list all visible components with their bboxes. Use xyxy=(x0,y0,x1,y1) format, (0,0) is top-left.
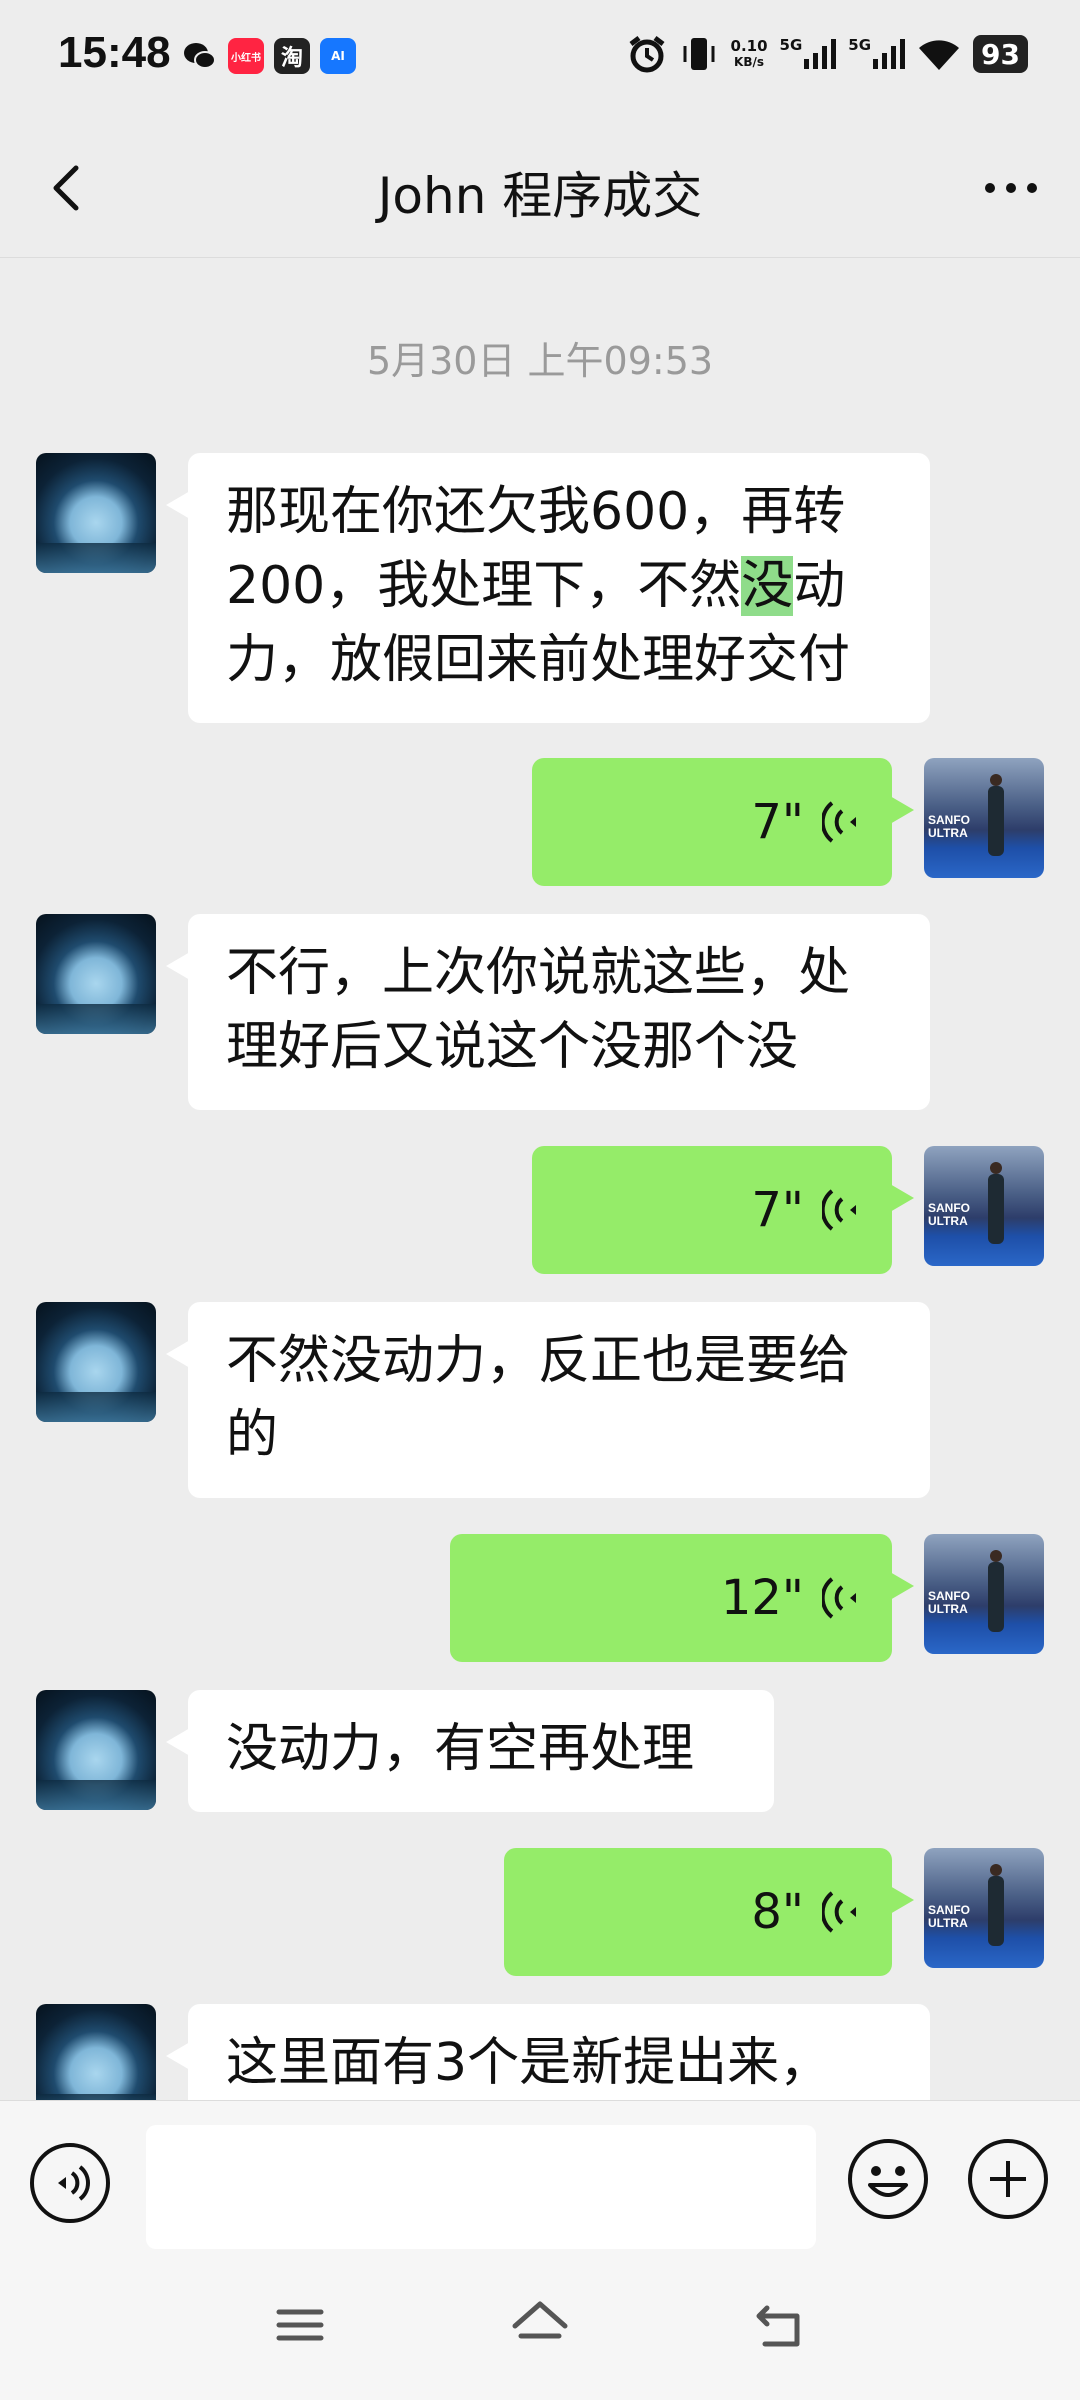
system-navigation-bar xyxy=(0,2250,1080,2400)
voice-mode-icon xyxy=(30,2143,110,2223)
message-bubble[interactable]: 不行，上次你说就这些，处 理好后又说这个没那个没 xyxy=(166,914,930,1110)
message-bubble[interactable]: 不然没动力，反正也是要给 的 xyxy=(166,1302,930,1498)
message-text-line: 不然没动力，反正也是要给 xyxy=(226,1331,851,1391)
message-text-line: 理好后又说这个没那个没 xyxy=(226,1017,799,1077)
voice-wave-icon xyxy=(822,1189,856,1231)
contact-avatar[interactable] xyxy=(36,453,156,573)
message-text-line: 没动力，有空再处理 xyxy=(226,1719,695,1779)
plus-icon xyxy=(968,2139,1048,2219)
signal-icon xyxy=(804,39,837,69)
home-button[interactable] xyxy=(505,2290,575,2360)
status-indicators: 0.10 KB/s 5G 5G 93 xyxy=(627,34,1028,74)
voice-wave-icon xyxy=(822,801,856,843)
user-avatar[interactable]: SANFO ULTRA xyxy=(924,758,1044,878)
voice-duration: 12" xyxy=(720,1570,804,1626)
more-dots-icon xyxy=(985,183,1037,193)
wechat-icon xyxy=(182,38,218,74)
message-text-line: 不行，上次你说就这些，处 xyxy=(226,943,851,1003)
voice-message-bubble[interactable]: 12" xyxy=(450,1534,914,1662)
message-text-line: 力，放假回来前处理好交付 xyxy=(226,630,851,690)
contact-avatar[interactable] xyxy=(36,2004,156,2100)
status-time: 15:48 xyxy=(58,28,171,77)
message-timestamp: 5月30日 上午09:53 xyxy=(366,339,714,383)
message-bubble[interactable]: 这里面有3个是新提出来， xyxy=(166,2004,930,2100)
home-icon xyxy=(512,2301,568,2339)
chat-title: John 程序成交 xyxy=(377,167,703,225)
voice-input-toggle-button[interactable] xyxy=(28,2141,112,2225)
voice-duration: 7" xyxy=(751,794,804,850)
xiaohongshu-icon: 小红书 xyxy=(228,38,264,74)
contact-avatar[interactable] xyxy=(36,914,156,1034)
message-text-line: 这里面有3个是新提出来， xyxy=(226,2033,832,2093)
voice-message-bubble[interactable]: 7" xyxy=(532,758,914,886)
more-options-button[interactable] xyxy=(976,160,1046,216)
message-text-input[interactable] xyxy=(146,2125,816,2249)
more-functions-button[interactable] xyxy=(966,2137,1050,2221)
status-app-icons: 小红书 淘 AI xyxy=(182,38,356,74)
message-text-line: 的 xyxy=(226,1405,279,1465)
message-text-line: 200，我处理下，不然没动 xyxy=(226,556,846,616)
recent-apps-button[interactable] xyxy=(265,2290,335,2360)
ai-app-icon: AI xyxy=(320,38,356,74)
chat-header: John 程序成交 xyxy=(0,120,1080,258)
back-nav-button[interactable] xyxy=(745,2290,815,2360)
smiley-icon xyxy=(848,2139,928,2219)
signal-sim2: 5G xyxy=(848,37,906,71)
voice-duration: 7" xyxy=(751,1182,804,1238)
back-arrow-icon xyxy=(756,2305,800,2347)
user-avatar[interactable]: SANFO ULTRA xyxy=(924,1848,1044,1968)
user-avatar[interactable]: SANFO ULTRA xyxy=(924,1146,1044,1266)
voice-wave-icon xyxy=(822,1577,856,1619)
message-bubble[interactable]: 没动力，有空再处理 xyxy=(166,1690,774,1812)
message-input-bar xyxy=(0,2100,1080,2250)
contact-avatar[interactable] xyxy=(36,1690,156,1810)
voice-message-bubble[interactable]: 8" xyxy=(504,1848,914,1976)
voice-message-bubble[interactable]: 7" xyxy=(532,1146,914,1274)
user-avatar[interactable]: SANFO ULTRA xyxy=(924,1534,1044,1654)
alarm-icon xyxy=(629,36,665,73)
contact-avatar[interactable] xyxy=(36,1302,156,1422)
message-bubble[interactable]: 那现在你还欠我600，再转 200，我处理下，不然没动 力，放假回来前处理好交付 xyxy=(166,453,930,723)
taobao-icon: 淘 xyxy=(274,38,310,74)
net-speed: 0.10 KB/s xyxy=(730,37,768,69)
voice-wave-icon xyxy=(822,1891,856,1933)
menu-icon xyxy=(276,2309,324,2341)
voice-duration: 8" xyxy=(751,1884,804,1940)
battery-indicator: 93 xyxy=(973,35,1028,73)
status-bar: 15:48 小红书 淘 AI 0.10 KB/s 5G 5G 93 xyxy=(0,0,1080,120)
wifi-icon xyxy=(919,40,960,70)
vibrate-icon xyxy=(683,38,715,70)
emoji-button[interactable] xyxy=(846,2137,930,2221)
signal-icon xyxy=(873,39,906,69)
chat-message-list[interactable]: 5月30日 上午09:53 那现在你还欠我600，再转 200，我处理下，不然没… xyxy=(0,258,1080,2100)
signal-sim1: 5G xyxy=(780,37,837,71)
selected-text-highlight: 没 xyxy=(741,556,794,616)
message-text-line: 那现在你还欠我600，再转 xyxy=(226,482,846,542)
